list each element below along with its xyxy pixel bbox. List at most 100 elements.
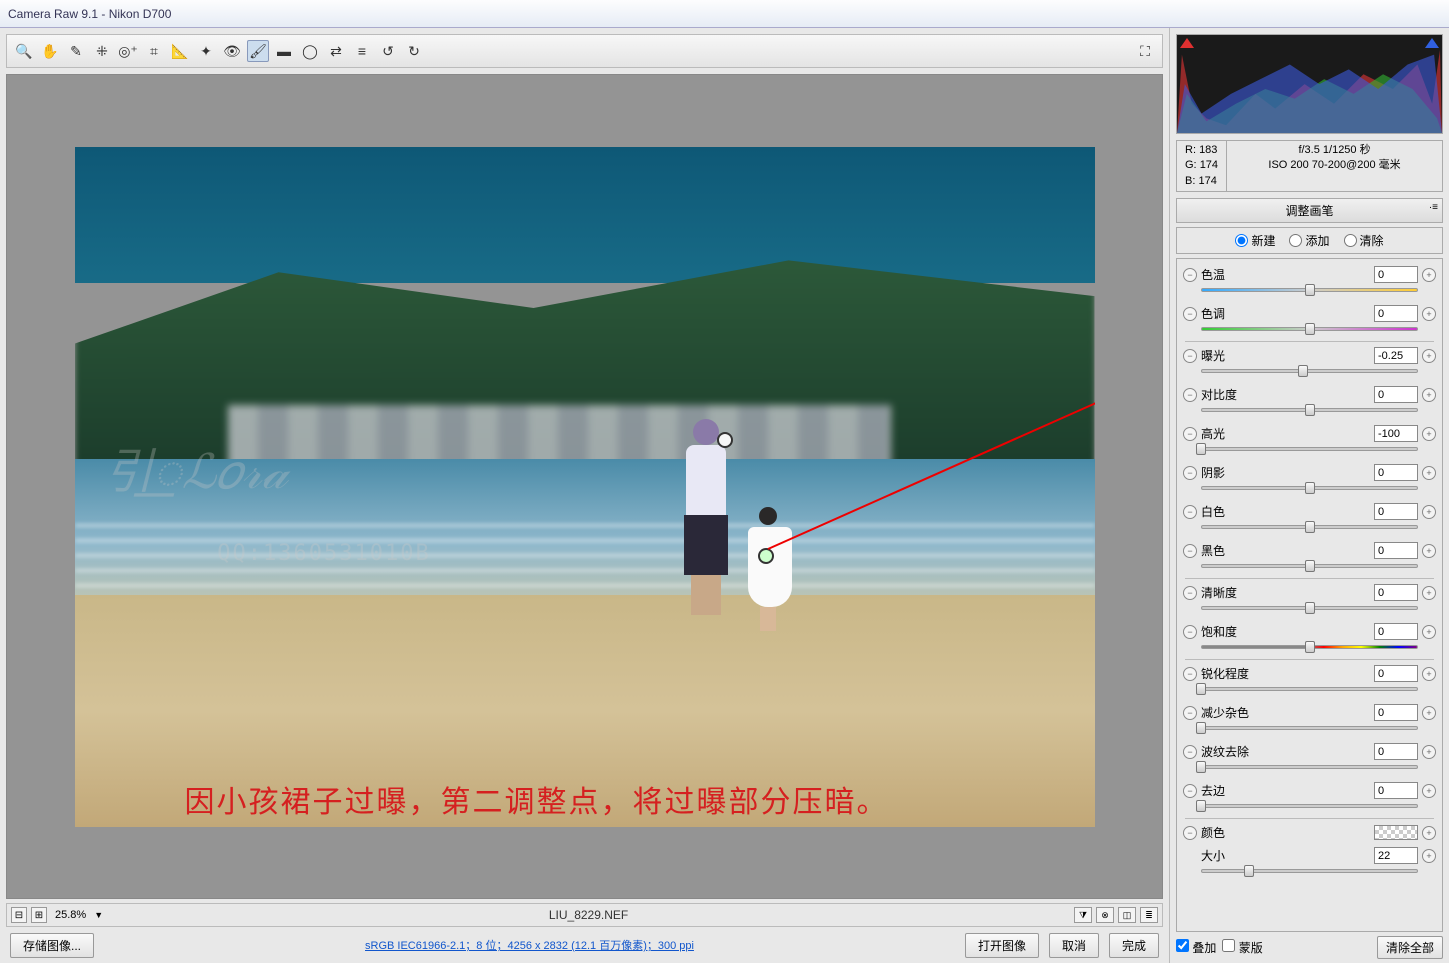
slider-clarity-value[interactable]	[1374, 584, 1418, 601]
slider-blacks-minus[interactable]: −	[1183, 544, 1197, 558]
slider-shadows-track[interactable]	[1201, 484, 1418, 494]
slider-saturation-plus[interactable]: +	[1422, 625, 1436, 639]
slider-tint-plus[interactable]: +	[1422, 307, 1436, 321]
slider-contrast-value[interactable]	[1374, 386, 1418, 403]
slider-contrast-plus[interactable]: +	[1422, 388, 1436, 402]
slider-exposure-track[interactable]	[1201, 367, 1418, 377]
mode-new[interactable]: 新建	[1235, 232, 1275, 249]
slider-shadows-plus[interactable]: +	[1422, 466, 1436, 480]
slider-color-minus[interactable]: −	[1183, 826, 1197, 840]
slider-noise-track[interactable]	[1201, 724, 1418, 734]
slider-color-plus[interactable]: +	[1422, 826, 1436, 840]
slider-contrast-minus[interactable]: −	[1183, 388, 1197, 402]
slider-tint-value[interactable]	[1374, 305, 1418, 322]
slider-blacks-track[interactable]	[1201, 562, 1418, 572]
slider-size-plus[interactable]: +	[1422, 849, 1436, 863]
zoom-out-button[interactable]: ⊟	[11, 907, 27, 923]
slider-sharpness-track[interactable]	[1201, 685, 1418, 695]
slider-noise-value[interactable]	[1374, 704, 1418, 721]
adjustment-brush-icon[interactable]: 🖌	[247, 40, 269, 62]
open-image-button[interactable]: 打开图像	[965, 933, 1039, 958]
workflow-options-link[interactable]: sRGB IEC61966-2.1；8 位；4256 x 2832 (12.1 …	[365, 937, 694, 953]
slider-defringe-minus[interactable]: −	[1183, 784, 1197, 798]
slider-temp-value[interactable]	[1374, 266, 1418, 283]
compare-view-icon[interactable]: ◫	[1118, 907, 1136, 923]
slider-clarity-track[interactable]	[1201, 604, 1418, 614]
histogram[interactable]	[1176, 34, 1443, 134]
slider-temp-plus[interactable]: +	[1422, 268, 1436, 282]
slider-sharpness-minus[interactable]: −	[1183, 667, 1197, 681]
slider-whites-track[interactable]	[1201, 523, 1418, 533]
radial-filter-icon[interactable]: ◯	[299, 40, 321, 62]
fullscreen-toggle-icon[interactable]: ⛶	[1134, 40, 1156, 62]
rating-view-icon[interactable]: ⊗	[1096, 907, 1114, 923]
slider-highlights-value[interactable]	[1374, 425, 1418, 442]
crop-tool-icon[interactable]: ⌗	[143, 40, 165, 62]
slider-saturation-minus[interactable]: −	[1183, 625, 1197, 639]
clear-all-button[interactable]: 清除全部	[1377, 936, 1443, 959]
white-balance-eyedropper-icon[interactable]: ✎	[65, 40, 87, 62]
spot-removal-icon[interactable]: ✦	[195, 40, 217, 62]
slider-defringe-track[interactable]	[1201, 802, 1418, 812]
graduated-filter-icon[interactable]: ▬	[273, 40, 295, 62]
transform-icon[interactable]: ⇄	[325, 40, 347, 62]
slider-exposure-minus[interactable]: −	[1183, 349, 1197, 363]
slider-size-value[interactable]	[1374, 847, 1418, 864]
hand-tool-icon[interactable]: ✋	[39, 40, 61, 62]
image-preview-area[interactable]: 引꯭ℒ𝑜𝓇𝒶 QQ:1360531010B 因小孩裙子过曝，第二调整点，将过曝部…	[6, 74, 1163, 899]
slider-saturation-track[interactable]	[1201, 643, 1418, 653]
slider-whites-plus[interactable]: +	[1422, 505, 1436, 519]
straighten-tool-icon[interactable]: 📐	[169, 40, 191, 62]
slider-shadows-value[interactable]	[1374, 464, 1418, 481]
slider-saturation-value[interactable]	[1374, 623, 1418, 640]
filmstrip-view-icon[interactable]: ≣	[1140, 907, 1158, 923]
rotate-ccw-icon[interactable]: ↺	[377, 40, 399, 62]
adjustment-pin-2[interactable]	[758, 548, 774, 564]
slider-whites-minus[interactable]: −	[1183, 505, 1197, 519]
slider-noise-plus[interactable]: +	[1422, 706, 1436, 720]
slider-sharpness-plus[interactable]: +	[1422, 667, 1436, 681]
slider-blacks-value[interactable]	[1374, 542, 1418, 559]
preferences-icon[interactable]: ≡	[351, 40, 373, 62]
slider-sharpness-value[interactable]	[1374, 665, 1418, 682]
mask-checkbox[interactable]: 蒙版	[1222, 939, 1262, 956]
slider-clarity-plus[interactable]: +	[1422, 586, 1436, 600]
redeye-tool-icon[interactable]: 👁	[221, 40, 243, 62]
slider-moire-plus[interactable]: +	[1422, 745, 1436, 759]
slider-moire-minus[interactable]: −	[1183, 745, 1197, 759]
slider-defringe-value[interactable]	[1374, 782, 1418, 799]
slider-temp-track[interactable]	[1201, 286, 1418, 296]
slider-whites-value[interactable]	[1374, 503, 1418, 520]
slider-moire-track[interactable]	[1201, 763, 1418, 773]
slider-highlights-plus[interactable]: +	[1422, 427, 1436, 441]
zoom-level[interactable]: 25.8%	[51, 909, 90, 921]
done-button[interactable]: 完成	[1109, 933, 1159, 958]
slider-blacks-plus[interactable]: +	[1422, 544, 1436, 558]
slider-clarity-minus[interactable]: −	[1183, 586, 1197, 600]
rotate-cw-icon[interactable]: ↻	[403, 40, 425, 62]
color-sampler-icon[interactable]: ⁜	[91, 40, 113, 62]
mode-add[interactable]: 添加	[1289, 232, 1329, 249]
slider-tint-track[interactable]	[1201, 325, 1418, 335]
mode-erase[interactable]: 清除	[1344, 232, 1384, 249]
color-swatch[interactable]	[1374, 825, 1418, 840]
slider-exposure-value[interactable]	[1374, 347, 1418, 364]
save-image-button[interactable]: 存储图像...	[10, 933, 94, 958]
slider-exposure-plus[interactable]: +	[1422, 349, 1436, 363]
slider-noise-minus[interactable]: −	[1183, 706, 1197, 720]
filter-view-icon[interactable]: ⧩	[1074, 907, 1092, 923]
slider-tint-minus[interactable]: −	[1183, 307, 1197, 321]
slider-size-track[interactable]	[1201, 867, 1418, 877]
slider-contrast-track[interactable]	[1201, 406, 1418, 416]
targeted-adjust-icon[interactable]: ◎⁺	[117, 40, 139, 62]
slider-temp-minus[interactable]: −	[1183, 268, 1197, 282]
slider-shadows-minus[interactable]: −	[1183, 466, 1197, 480]
slider-highlights-track[interactable]	[1201, 445, 1418, 455]
cancel-button[interactable]: 取消	[1049, 933, 1099, 958]
panel-menu-icon[interactable]: ·≡	[1429, 202, 1438, 213]
zoom-tool-icon[interactable]: 🔍	[13, 40, 35, 62]
zoom-in-button[interactable]: ⊞	[31, 907, 47, 923]
overlay-checkbox[interactable]: 叠加	[1176, 939, 1216, 956]
slider-highlights-minus[interactable]: −	[1183, 427, 1197, 441]
slider-defringe-plus[interactable]: +	[1422, 784, 1436, 798]
